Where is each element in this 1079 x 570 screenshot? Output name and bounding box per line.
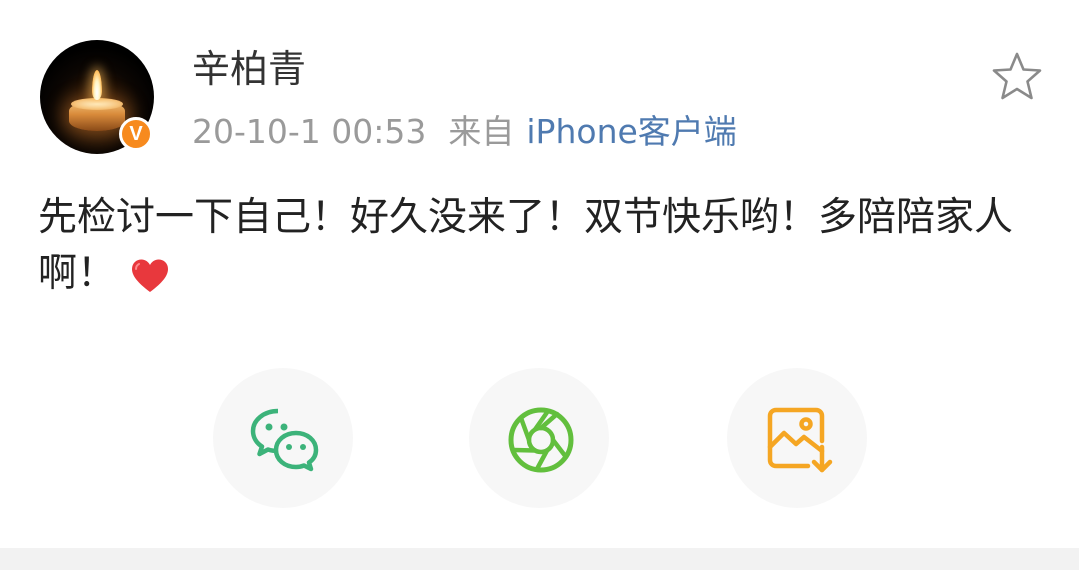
moments-icon	[508, 407, 574, 473]
author-name[interactable]: 辛柏青	[192, 44, 306, 94]
candle-flame-icon	[92, 70, 102, 100]
heart-icon	[130, 254, 170, 292]
bottom-divider	[0, 548, 1079, 570]
favorite-button[interactable]	[990, 50, 1044, 104]
post-source-link[interactable]: iPhone客户端	[526, 112, 736, 151]
star-icon	[992, 52, 1042, 100]
from-label: 来自	[448, 112, 515, 151]
save-image-icon	[767, 407, 833, 473]
verified-badge: V	[119, 117, 153, 151]
weibo-post-card: V 辛柏青 20-10-1 00:53 来自 iPhone客户端 先检讨一下自己！好…	[0, 0, 1079, 570]
share-moments-button[interactable]	[469, 368, 609, 508]
post-content: 先检讨一下自己！好久没来了！双节快乐哟！多陪陪家人啊！	[38, 190, 1048, 302]
wechat-icon	[250, 408, 319, 472]
share-row	[0, 368, 1079, 518]
post-text: 先检讨一下自己！好久没来了！双节快乐哟！多陪陪家人啊！	[38, 195, 1014, 296]
save-image-button[interactable]	[727, 368, 867, 508]
share-wechat-button[interactable]	[213, 368, 353, 508]
post-meta: 20-10-1 00:53 来自 iPhone客户端	[192, 110, 737, 154]
post-time: 20-10-1 00:53	[192, 112, 427, 151]
